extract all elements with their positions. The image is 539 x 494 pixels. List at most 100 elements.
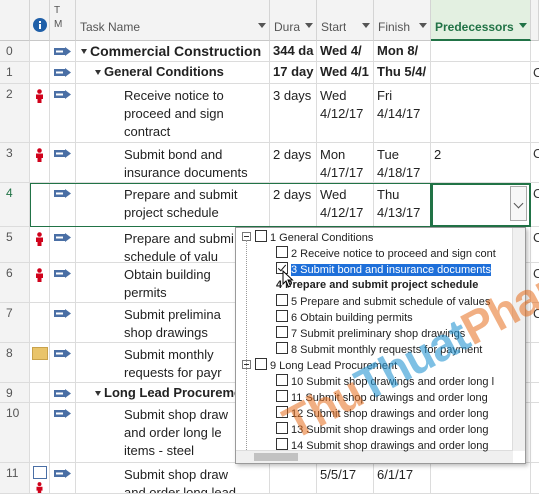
column-filter-arrow-icon[interactable] — [305, 23, 313, 28]
cell-dur[interactable]: 2 days — [270, 143, 317, 182]
cell-pred[interactable] — [431, 62, 531, 83]
cell-mode[interactable] — [50, 84, 76, 142]
cell-start[interactable]: Wed 4/12/17 — [317, 183, 374, 226]
cell-finish[interactable]: Tue 4/18/17 — [374, 143, 431, 182]
cell-name[interactable]: Submit shop draw and order long lead — [76, 463, 270, 493]
cell-pred[interactable]: 2 — [431, 143, 531, 182]
task-name: Submit monthly requests for payr — [124, 347, 222, 380]
column-filter-arrow-icon[interactable] — [419, 23, 427, 28]
cell-tail[interactable] — [531, 383, 539, 402]
cell-start[interactable]: Wed 4/ — [317, 41, 374, 61]
checkbox[interactable] — [276, 294, 288, 306]
cell-finish[interactable]: Mon 8/ — [374, 41, 431, 61]
cell-dur[interactable]: 3 days — [270, 84, 317, 142]
checkbox[interactable] — [276, 374, 288, 386]
predecessor-option[interactable]: 2 Receive notice to proceed and sign con… — [276, 246, 496, 262]
cell-finish[interactable]: Thu 4/13/17 — [374, 183, 431, 226]
cell-mode[interactable] — [50, 263, 76, 302]
cell-mode[interactable] — [50, 41, 76, 61]
collapse-triangle-icon[interactable] — [95, 391, 101, 396]
table-row[interactable]: 0 Commercial Construction 344 da Wed 4/Mon … — [0, 41, 539, 62]
predecessor-option[interactable]: 8 Submit monthly requests for payment — [276, 342, 482, 358]
cell-name[interactable]: Submit bond and insurance documents — [76, 143, 270, 182]
cell-mode[interactable] — [50, 403, 76, 462]
checkbox[interactable] — [276, 390, 288, 402]
cell-start[interactable]: Wed 4/12/17 — [317, 84, 374, 142]
cell-name[interactable]: Prepare and submit project schedule — [76, 183, 270, 226]
checkbox[interactable] — [276, 310, 288, 322]
cell-tail[interactable] — [531, 84, 539, 142]
checkbox[interactable] — [276, 326, 288, 338]
table-row[interactable]: 11 Submit shop draw and order long lead 5/… — [0, 463, 539, 494]
collapse-triangle-icon[interactable] — [95, 70, 101, 75]
checkbox[interactable] — [276, 342, 288, 354]
predecessors-dropdown-list[interactable]: 1 General Conditions 2 Receive notice to … — [235, 227, 526, 464]
predecessor-option[interactable]: 7 Submit preliminary shop drawings — [276, 326, 465, 342]
collapse-triangle-icon[interactable] — [81, 49, 87, 54]
table-row[interactable]: 3 Submit bond and insurance documents 2 da… — [0, 143, 539, 183]
cell-tail[interactable] — [531, 41, 539, 61]
cell-pred[interactable] — [431, 41, 531, 61]
cell-name[interactable]: Commercial Construction — [76, 41, 270, 61]
predecessors-dropdown-button[interactable] — [510, 186, 527, 221]
cell-start[interactable]: Mon 4/17/17 — [317, 143, 374, 182]
cell-mode[interactable] — [50, 62, 76, 83]
column-filter-arrow-icon[interactable] — [258, 23, 266, 28]
cell-pred[interactable] — [431, 463, 531, 493]
table-row[interactable]: 1 General Conditions 17 day Wed 4/1 Thu 5/4/ — [0, 62, 539, 84]
cell-finish[interactable]: Fri 4/14/17 — [374, 84, 431, 142]
cell-pred[interactable] — [431, 84, 531, 142]
checkbox[interactable] — [276, 246, 288, 258]
cell-finish[interactable]: 6/1/17 — [374, 463, 431, 493]
cell-tail[interactable] — [531, 403, 539, 462]
checkbox[interactable] — [255, 230, 267, 242]
cell-mode[interactable] — [50, 343, 76, 382]
table-row[interactable]: 2 Receive notice to proceed and sign cont… — [0, 84, 539, 143]
column-header-tail[interactable] — [531, 0, 539, 41]
predecessor-option[interactable]: 4 Prepare and submit project schedule — [276, 278, 478, 294]
predecessor-option[interactable]: 10 Submit shop drawings and order long l — [276, 374, 494, 390]
cell-finish[interactable]: Thu 5/4/ — [374, 62, 431, 83]
column-header-row_id[interactable] — [0, 0, 30, 41]
predecessor-option[interactable]: 3 Submit bond and insurance documents — [276, 262, 491, 278]
predecessor-option[interactable]: 5 Prepare and submit schedule of values — [276, 294, 490, 310]
predecessor-option[interactable]: 14 Submit shop drawings and order long — [276, 438, 489, 454]
checkbox[interactable] — [276, 406, 288, 418]
checkbox[interactable] — [276, 438, 288, 450]
column-header-predecessors[interactable]: Predecessors — [431, 0, 531, 41]
cell-mode[interactable] — [50, 183, 76, 226]
column-header-start[interactable]: Start — [317, 0, 374, 41]
cell-tail[interactable] — [531, 463, 539, 493]
cell-dur[interactable]: 344 da — [270, 41, 317, 61]
cell-mode[interactable] — [50, 383, 76, 402]
column-filter-arrow-icon[interactable] — [362, 23, 370, 28]
predecessor-option[interactable]: 12 Submit shop drawings and order long — [276, 406, 489, 422]
cell-mode[interactable] — [50, 143, 76, 182]
predecessor-option[interactable]: 13 Submit shop drawings and order long — [276, 422, 489, 438]
predecessor-option[interactable]: 9 Long Lead Procurement — [242, 358, 397, 374]
cell-mode[interactable] — [50, 227, 76, 262]
predecessor-option[interactable]: 1 General Conditions — [242, 230, 373, 246]
column-header-info_icon[interactable] — [30, 0, 50, 41]
cell-dur[interactable]: 2 days — [270, 183, 317, 226]
column-header-finish[interactable]: Finish — [374, 0, 431, 41]
column-header-mode[interactable]: T M — [50, 0, 76, 41]
column-filter-arrow-icon[interactable] — [519, 23, 527, 28]
cell-dur[interactable] — [270, 463, 317, 493]
checkbox[interactable] — [276, 422, 288, 434]
vertical-scrollbar[interactable] — [512, 228, 525, 451]
cell-start[interactable]: 5/5/17 — [317, 463, 374, 493]
predecessor-option[interactable]: 11 Submit shop drawings and order long — [276, 390, 488, 406]
cell-mode[interactable] — [50, 303, 76, 342]
cell-name[interactable]: Receive notice to proceed and sign contr… — [76, 84, 270, 142]
column-header-duration[interactable]: Dura — [270, 0, 317, 41]
column-header-task_name[interactable]: Task Name — [76, 0, 270, 41]
checkbox[interactable] — [255, 358, 267, 370]
cell-tail[interactable] — [531, 343, 539, 382]
cell-name[interactable]: General Conditions — [76, 62, 270, 83]
cell-start[interactable]: Wed 4/1 — [317, 62, 374, 83]
cell-dur[interactable]: 17 day — [270, 62, 317, 83]
scroll-thumb[interactable] — [254, 453, 298, 461]
predecessor-option[interactable]: 6 Obtain building permits — [276, 310, 413, 326]
cell-mode[interactable] — [50, 463, 76, 493]
